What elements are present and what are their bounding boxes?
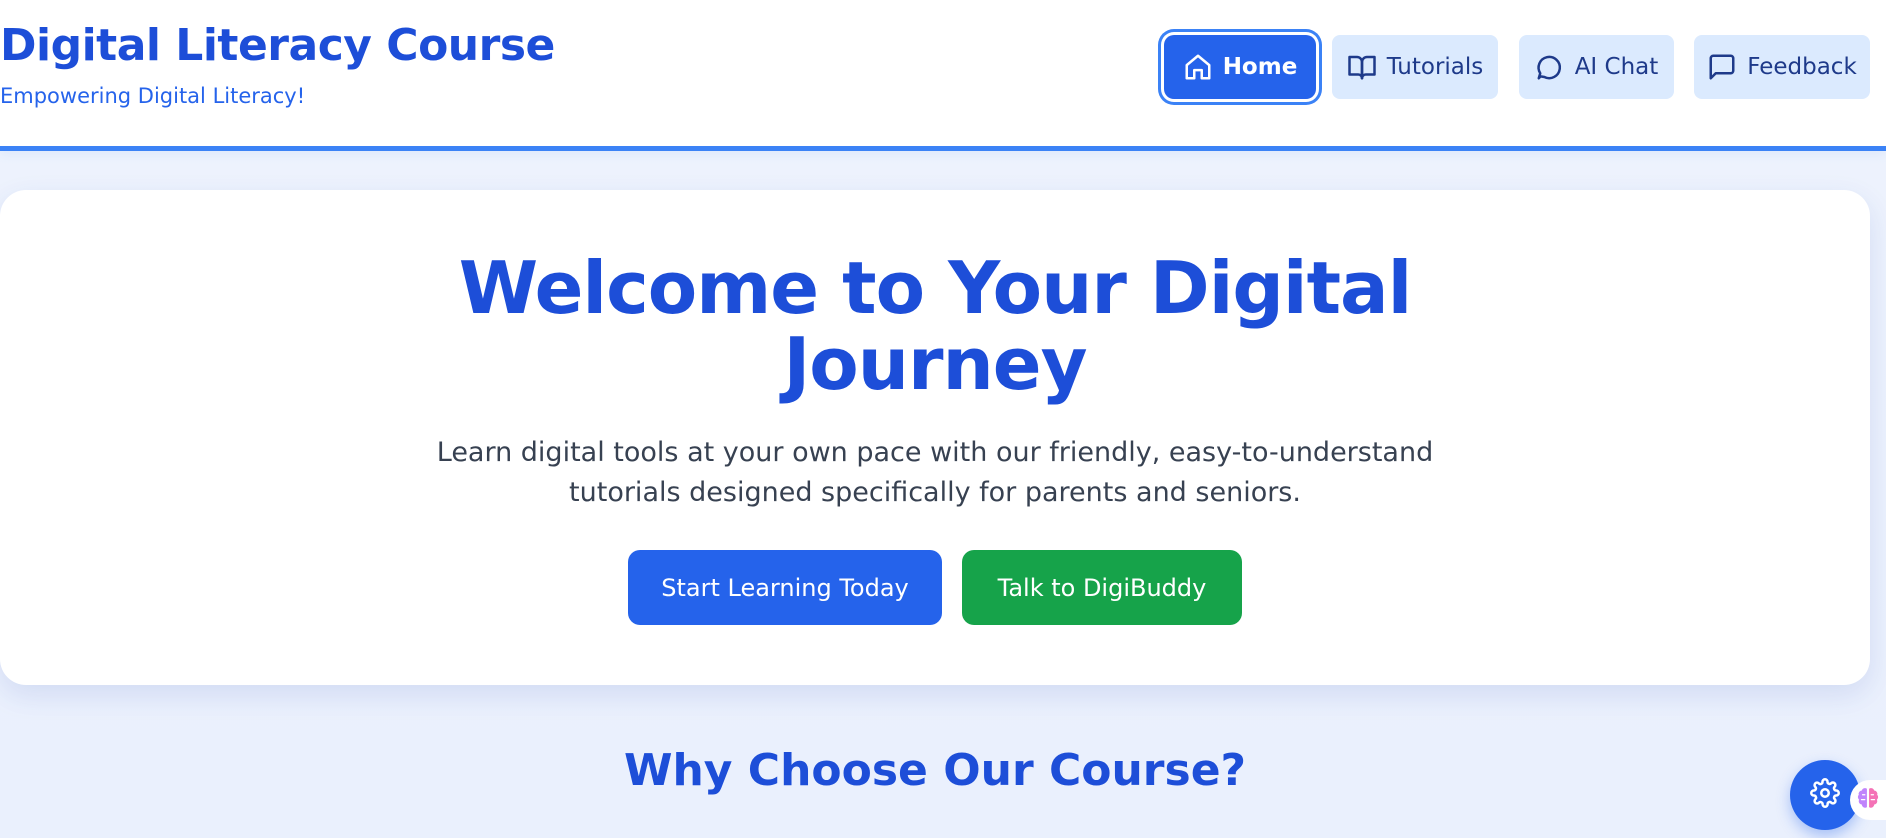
site-tagline: Empowering Digital Literacy!: [0, 84, 306, 108]
start-learning-button[interactable]: Start Learning Today: [628, 550, 942, 625]
nav-ai-chat-button[interactable]: AI Chat: [1519, 35, 1674, 99]
site-header: Digital Literacy Course Empowering Digit…: [0, 0, 1886, 151]
chat-bubble-icon: [1535, 52, 1565, 82]
book-icon: [1347, 52, 1377, 82]
ai-assistant-button[interactable]: [1850, 780, 1886, 820]
nav-tutorials-label: Tutorials: [1386, 54, 1484, 80]
nav-home-label: Home: [1222, 54, 1298, 80]
nav-home-button[interactable]: Home: [1164, 35, 1316, 99]
nav-ai-chat-label: AI Chat: [1574, 54, 1659, 80]
nav-tutorials-button[interactable]: Tutorials: [1332, 35, 1498, 99]
features-section-title: Why Choose Our Course?: [623, 745, 1247, 796]
hero-description: Learn digital tools at your own pace wit…: [436, 437, 1434, 508]
nav-feedback-label: Feedback: [1747, 54, 1857, 80]
gear-icon: [1810, 778, 1840, 812]
talk-to-digibuddy-button[interactable]: Talk to DigiBuddy: [962, 550, 1242, 625]
nav-feedback-button[interactable]: Feedback: [1694, 35, 1870, 99]
home-icon: [1183, 52, 1213, 82]
brain-icon: [1855, 785, 1881, 815]
site-title[interactable]: Digital Literacy Course: [0, 20, 555, 71]
message-square-icon: [1707, 52, 1737, 82]
hero-title: Welcome to Your Digital Journey: [458, 246, 1413, 406]
hero-card: Welcome to Your Digital Journey Learn di…: [0, 190, 1870, 685]
